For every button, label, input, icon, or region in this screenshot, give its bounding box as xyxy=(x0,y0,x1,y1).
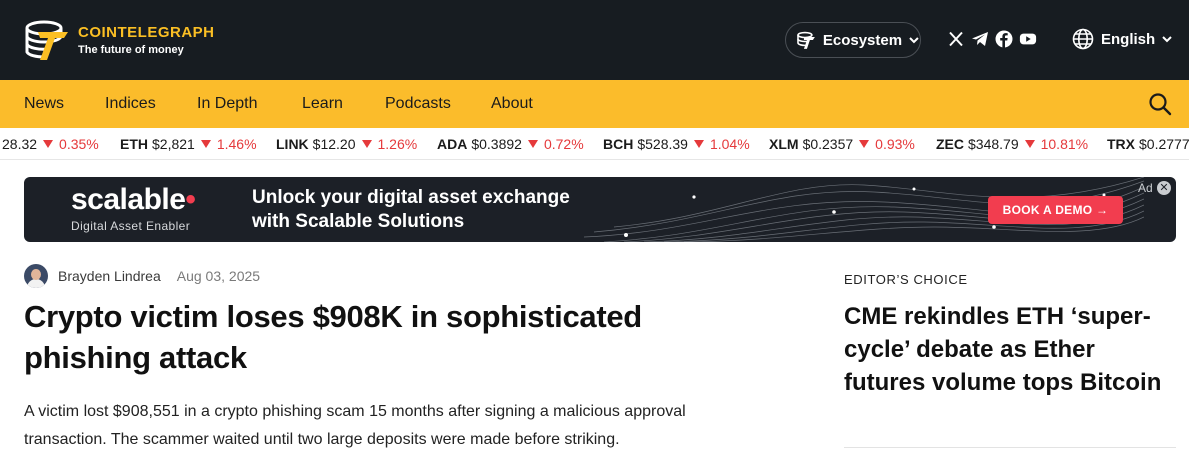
ticker-change: 10.81% xyxy=(1024,136,1089,152)
site-logo[interactable]: COINTELEGRAPH The future of money xyxy=(24,18,215,64)
language-selector[interactable]: English xyxy=(1072,28,1173,50)
editors-choice-label: EDITOR’S CHOICE xyxy=(844,272,968,287)
ticker-price: $0.3892 xyxy=(471,136,522,152)
ticker-change-value: 0.35% xyxy=(59,136,99,152)
ticker-change: 1.04% xyxy=(693,136,750,152)
ad-brand-subtitle: Digital Asset Enabler xyxy=(71,219,191,233)
down-arrow-icon xyxy=(1024,140,1035,148)
x-icon[interactable] xyxy=(947,30,965,48)
chevron-down-icon xyxy=(1162,36,1172,43)
ticker-price: $2,821 xyxy=(152,136,195,152)
ticker-item[interactable]: ETH $2,821 1.46% xyxy=(120,136,257,152)
ticker-change-value: 10.81% xyxy=(1040,136,1089,152)
article-lead: A victim lost $908,551 in a crypto phish… xyxy=(24,403,686,448)
youtube-icon[interactable] xyxy=(1019,30,1037,48)
author-avatar[interactable] xyxy=(24,264,48,288)
ticker-change: 1.46% xyxy=(200,136,257,152)
ticker-price: $12.20 xyxy=(312,136,356,152)
down-arrow-icon xyxy=(693,140,704,148)
ad-brand-dot: • xyxy=(185,183,196,216)
site-header: COINTELEGRAPH The future of money Ecosys… xyxy=(0,0,1189,80)
ticker-symbol: ETH xyxy=(120,136,148,152)
ticker-symbol: BCH xyxy=(603,136,634,152)
nav-item-indices[interactable]: Indices xyxy=(105,95,156,113)
ticker-item[interactable]: ADA $0.3892 0.72% xyxy=(437,136,584,152)
language-label: English xyxy=(1101,30,1156,48)
ticker-change-value: 0.72% xyxy=(543,136,584,152)
down-arrow-icon xyxy=(43,140,54,148)
ticker-symbol: LINK xyxy=(276,136,309,152)
ad-headline: Unlock your digital asset exchange with … xyxy=(252,187,570,232)
article-title: Crypto victim loses $908K in sophisticat… xyxy=(24,299,642,375)
ticker-price: $0.2357 xyxy=(802,136,854,152)
telegram-icon[interactable] xyxy=(971,30,989,48)
globe-icon xyxy=(1072,28,1094,50)
ad-brand-logo: scalable• xyxy=(71,183,196,217)
down-arrow-icon xyxy=(361,140,372,148)
ticker-change-value: 1.04% xyxy=(709,136,750,152)
ticker-item[interactable]: BCH $528.39 1.04% xyxy=(603,136,750,152)
brand-name: COINTELEGRAPH xyxy=(78,24,215,41)
nav-item-learn[interactable]: Learn xyxy=(302,95,343,113)
ticker-item[interactable]: 28.32 0.35% xyxy=(2,136,99,152)
ticker-symbol: TRX xyxy=(1107,136,1135,152)
ticker-item[interactable]: TRX $0.2777 xyxy=(1107,136,1189,152)
nav-item-news[interactable]: News xyxy=(24,95,64,113)
ticker-price: $0.2777 xyxy=(1139,136,1189,152)
ticker-item[interactable]: LINK $12.20 1.26% xyxy=(276,136,417,152)
ticker-symbol: ZEC xyxy=(936,136,964,152)
divider xyxy=(844,447,1176,448)
ticker-item[interactable]: XLM $0.2357 0.93% xyxy=(769,136,915,152)
ticker-change-value: 1.46% xyxy=(216,136,257,152)
ticker-change-value: 1.26% xyxy=(377,136,418,152)
ticker-change: 0.35% xyxy=(43,136,99,152)
search-icon[interactable] xyxy=(1148,92,1172,116)
ecosystem-icon xyxy=(797,31,815,49)
down-arrow-icon xyxy=(859,140,870,148)
article-byline: Brayden Lindrea Aug 03, 2025 xyxy=(24,264,260,288)
nav-item-in-depth[interactable]: In Depth xyxy=(197,95,257,113)
ticker-item[interactable]: ZEC $348.79 10.81% xyxy=(936,136,1088,152)
nav-item-podcasts[interactable]: Podcasts xyxy=(385,95,451,113)
ticker-change: 0.93% xyxy=(859,136,915,152)
author-name[interactable]: Brayden Lindrea xyxy=(58,268,161,284)
book-demo-button[interactable]: BOOK A DEMO → xyxy=(988,196,1123,224)
ticker-price: 28.32 xyxy=(2,136,38,152)
ecosystem-dropdown[interactable]: Ecosystem xyxy=(785,22,921,58)
social-links xyxy=(947,30,1037,48)
down-arrow-icon xyxy=(527,140,538,148)
editors-choice-headline[interactable]: CME rekindles ETH ‘super-cycle’ debate a… xyxy=(844,300,1174,399)
ecosystem-label: Ecosystem xyxy=(822,31,903,49)
ticker-symbol: ADA xyxy=(437,136,468,152)
brand-tagline: The future of money xyxy=(78,44,184,56)
ticker-symbol: XLM xyxy=(769,136,799,152)
facebook-icon[interactable] xyxy=(995,30,1013,48)
cointelegraph-logo-icon xyxy=(25,20,68,60)
ad-banner[interactable]: scalable• Digital Asset Enabler Unlock y… xyxy=(24,177,1176,242)
ticker-price: $528.39 xyxy=(637,136,688,152)
ad-brand-name: scalable xyxy=(71,183,186,216)
price-ticker: 28.32 0.35% ETH $2,821 1.46% LINK $12.20… xyxy=(0,128,1189,160)
publish-date: Aug 03, 2025 xyxy=(176,268,261,284)
close-icon[interactable]: ✕ xyxy=(1157,181,1171,195)
chevron-down-icon xyxy=(909,37,919,44)
ticker-change: 0.72% xyxy=(527,136,584,152)
main-navigation: News Indices In Depth Learn Podcasts Abo… xyxy=(0,80,1189,128)
nav-item-about[interactable]: About xyxy=(491,95,533,113)
down-arrow-icon xyxy=(200,140,211,148)
ad-label: Ad xyxy=(1138,181,1153,195)
ticker-price: $348.79 xyxy=(968,136,1019,152)
ticker-change: 1.26% xyxy=(361,136,418,152)
ticker-change-value: 0.93% xyxy=(875,136,915,152)
